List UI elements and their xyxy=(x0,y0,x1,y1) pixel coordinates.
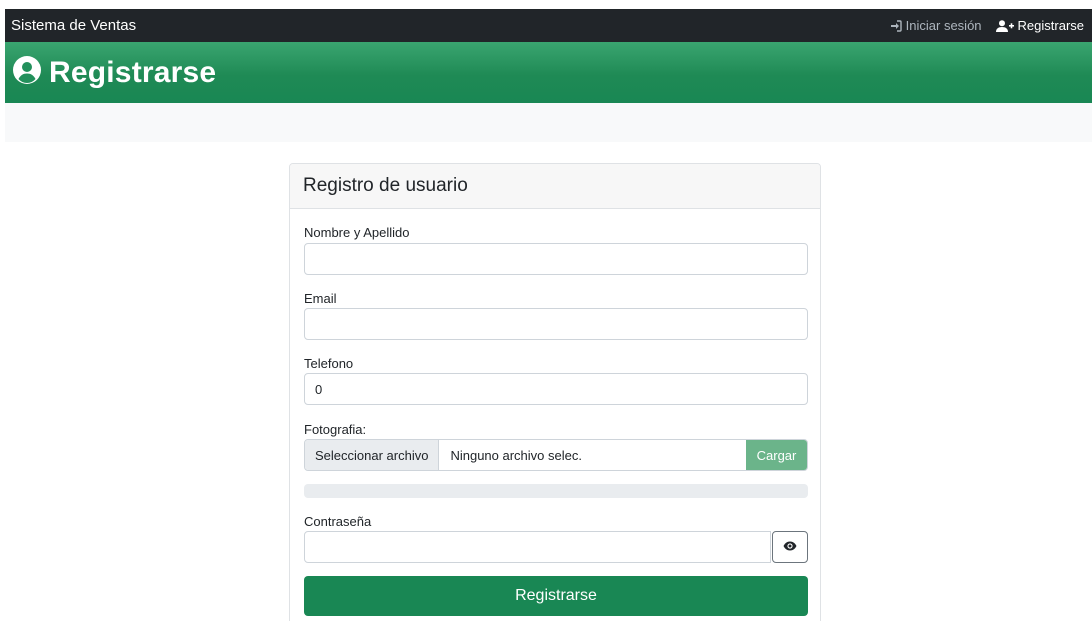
user-circle-icon xyxy=(13,56,41,89)
email-label: Email xyxy=(304,291,337,306)
card-title: Registro de usuario xyxy=(303,175,468,196)
registration-card: Registro de usuario Nombre y Apellido Em… xyxy=(289,163,821,621)
photo-label: Fotografia: xyxy=(304,422,367,437)
eye-icon xyxy=(783,538,797,556)
sign-in-icon xyxy=(890,19,902,32)
login-label: Iniciar sesión xyxy=(905,18,982,33)
register-submit-button[interactable]: Registrarse xyxy=(304,576,808,616)
page-title: Registrarse xyxy=(49,55,217,89)
phone-label: Telefono xyxy=(304,356,354,371)
nav-links: Iniciar sesión Registrarse xyxy=(890,18,1086,33)
password-input[interactable] xyxy=(304,531,771,563)
page-header: Registrarse xyxy=(5,42,1092,103)
register-link[interactable]: Registrarse xyxy=(995,18,1084,33)
email-input[interactable] xyxy=(304,308,808,340)
toggle-password-button[interactable] xyxy=(772,531,808,563)
name-label: Nombre y Apellido xyxy=(304,225,410,240)
phone-input[interactable] xyxy=(304,373,808,405)
file-name-display: Ninguno archivo selec. xyxy=(450,447,582,463)
upload-progress-bar xyxy=(304,484,808,498)
login-link[interactable]: Iniciar sesión xyxy=(890,18,982,33)
page: Sistema de Ventas Iniciar sesión Registr… xyxy=(0,0,1092,621)
brand-link[interactable]: Sistema de Ventas xyxy=(11,17,136,34)
password-label: Contraseña xyxy=(304,514,372,529)
user-plus-icon xyxy=(995,19,1014,32)
top-navbar: Sistema de Ventas Iniciar sesión Registr… xyxy=(5,9,1092,42)
breadcrumb-strip xyxy=(5,103,1092,142)
select-file-button[interactable]: Seleccionar archivo xyxy=(305,440,440,470)
card-header: Registro de usuario xyxy=(290,164,820,209)
name-input[interactable] xyxy=(304,243,808,275)
photo-file-input: Seleccionar archivo Ninguno archivo sele… xyxy=(304,439,808,471)
register-label: Registrarse xyxy=(1017,18,1084,33)
upload-button[interactable]: Cargar xyxy=(746,440,807,470)
